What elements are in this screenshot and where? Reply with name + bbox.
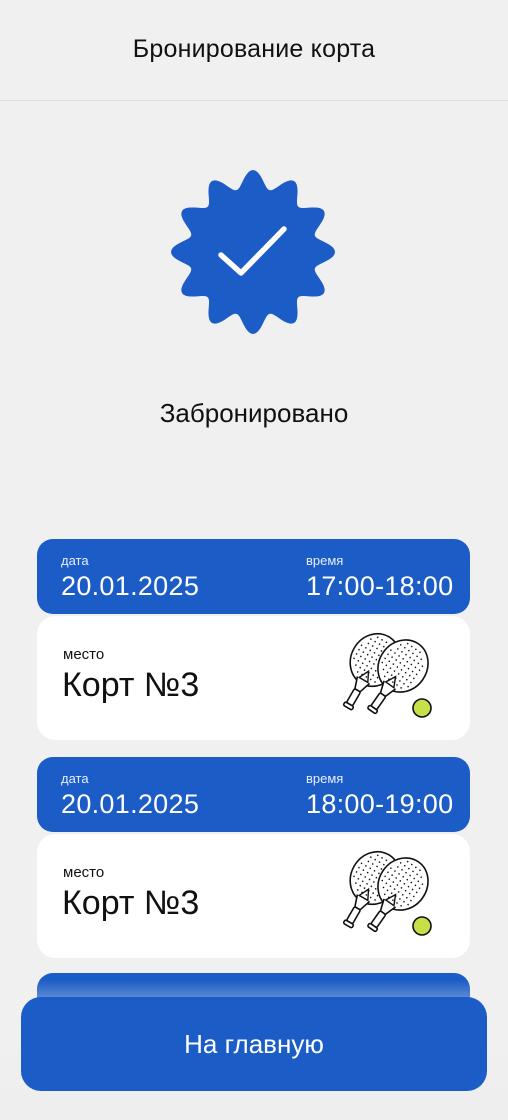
booking-card: дата 20.01.2025 время 18:00-19:00 место … xyxy=(37,757,470,958)
time-value: 18:00-19:00 xyxy=(306,789,454,819)
time-value: 17:00-18:00 xyxy=(306,571,454,601)
date-label: дата xyxy=(61,553,89,568)
home-button[interactable]: На главную xyxy=(21,997,487,1091)
date-label: дата xyxy=(61,771,89,786)
padel-rackets-icon xyxy=(342,632,432,718)
page-title: Бронирование корта xyxy=(132,34,376,63)
place-label: место xyxy=(63,646,105,663)
date-value: 20.01.2025 xyxy=(61,789,200,819)
booking-card: дата 20.01.2025 время 17:00-18:00 место … xyxy=(37,539,470,740)
app-header: Бронирование корта xyxy=(0,0,508,101)
booking-place-card: место Корт №3 xyxy=(37,834,470,958)
date-value: 20.01.2025 xyxy=(61,571,200,601)
booking-status-text: Забронировано xyxy=(159,398,349,428)
booking-time-bar: дата 20.01.2025 время 17:00-18:00 xyxy=(37,539,470,614)
padel-rackets-icon xyxy=(342,850,432,936)
place-label: место xyxy=(63,864,105,881)
booking-time-bar: дата 20.01.2025 время 18:00-19:00 xyxy=(37,757,470,832)
verified-check-badge-icon xyxy=(171,170,335,334)
time-label: время xyxy=(306,771,344,786)
place-value: Корт №3 xyxy=(62,666,200,704)
place-value: Корт №3 xyxy=(62,884,200,922)
booking-place-card: место Корт №3 xyxy=(37,616,470,740)
time-label: время xyxy=(306,553,344,568)
